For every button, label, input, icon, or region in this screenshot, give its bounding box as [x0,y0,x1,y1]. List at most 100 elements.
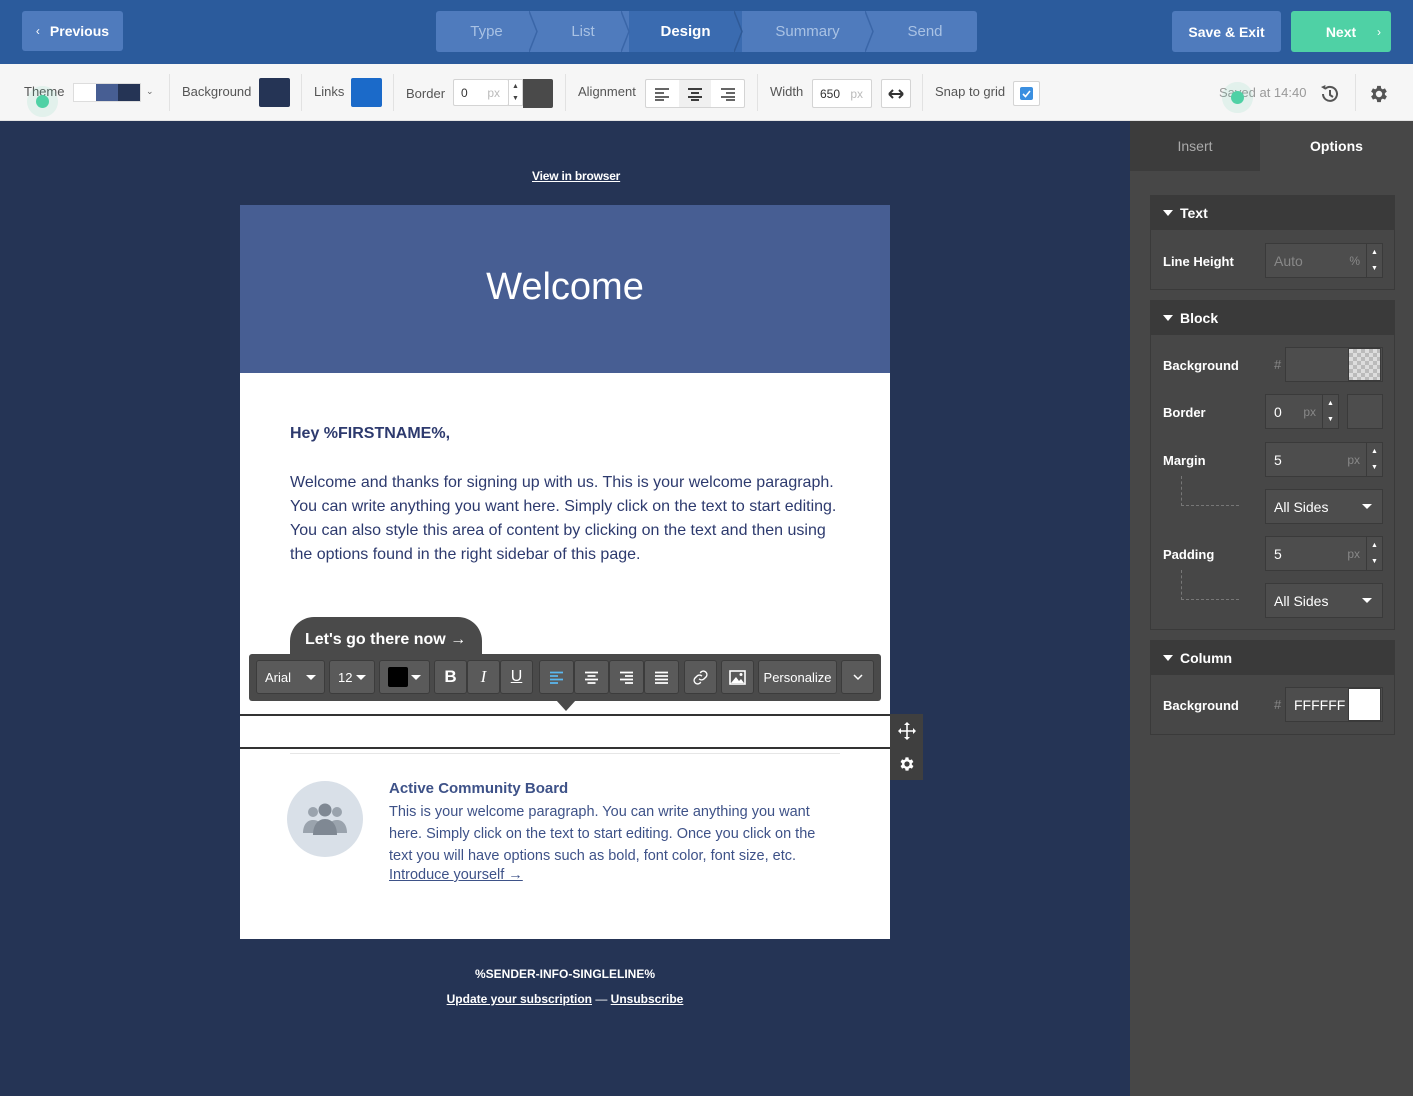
column-section: Column Background # FFFFFF [1150,640,1395,735]
margin-stepper[interactable]: ▲ ▼ [1366,443,1382,476]
sidebar-tabs: Insert Options [1130,121,1413,171]
margin-input[interactable]: 5 px ▲ ▼ [1265,442,1383,477]
padding-input[interactable]: 5 px ▲ ▼ [1265,536,1383,571]
step-send[interactable]: Send [873,11,977,52]
email-welcome-paragraph[interactable]: Welcome and thanks for signing up with u… [290,471,850,567]
border-width-input[interactable]: 0 px [453,79,509,106]
step-list[interactable]: List [537,11,630,52]
triangle-down-icon [1163,210,1173,216]
insert-image-button[interactable] [721,660,754,694]
padding-stepper[interactable]: ▲ ▼ [1366,537,1382,570]
font-family-select[interactable]: Arial [256,660,325,694]
arrow-down-icon[interactable]: ▼ [1371,558,1378,565]
text-section-header[interactable]: Text [1151,196,1394,230]
caret-down-icon [1362,598,1372,603]
block-border-input[interactable]: 0 px ▲ ▼ [1265,394,1339,429]
arrow-up-icon[interactable]: ▲ [1371,542,1378,549]
save-exit-button[interactable]: Save & Exit [1172,11,1281,52]
block-border-stepper[interactable]: ▲ ▼ [1322,395,1338,428]
text-color-picker[interactable] [379,660,430,694]
history-button[interactable] [1318,82,1342,106]
insert-link-button[interactable] [684,660,717,694]
tab-options[interactable]: Options [1260,121,1413,171]
sender-info[interactable]: %SENDER-INFO-SINGLELINE% [240,967,890,981]
step-label: Send [907,23,943,40]
width-input[interactable]: 650 px [812,79,872,108]
email-greeting[interactable]: Hey %FIRSTNAME%, [290,425,450,443]
alignment-label: Alignment [578,84,636,99]
bold-button[interactable]: B [434,660,467,694]
move-block-button[interactable] [890,714,923,747]
block-section: Block Background # Border 0 px ▲ ▼ Margin… [1150,300,1395,630]
community-card-text[interactable]: This is your welcome paragraph. You can … [389,801,839,867]
tab-insert[interactable]: Insert [1130,121,1260,171]
font-size-select[interactable]: 12 [329,660,375,694]
border-stepper[interactable]: ▲ ▼ [508,79,523,106]
previous-button[interactable]: ‹ Previous [22,11,123,51]
column-color-swatch[interactable] [1348,688,1381,721]
arrow-down-icon[interactable]: ▼ [1371,464,1378,471]
background-color-picker[interactable] [259,78,290,107]
section-title: Column [1180,650,1233,666]
align-left-button[interactable] [646,80,679,107]
full-width-toggle[interactable] [881,79,911,108]
italic-button[interactable]: I [467,660,500,694]
arrow-up-icon[interactable]: ▲ [512,83,519,90]
chevron-down-icon[interactable]: ⌄ [146,86,154,97]
column-section-header[interactable]: Column [1151,641,1394,675]
align-center-icon [688,87,702,101]
underline-icon: U [510,668,523,685]
step-design[interactable]: Design [629,11,743,52]
unsubscribe-link[interactable]: Unsubscribe [611,992,684,1006]
links-color-picker[interactable] [351,78,382,107]
padding-sides-select[interactable]: All Sides [1265,583,1383,618]
arrow-up-icon[interactable]: ▲ [1371,448,1378,455]
underline-button[interactable]: U [500,660,533,694]
border-width-value: 0 [461,85,468,100]
update-subscription-link[interactable]: Update your subscription [447,992,592,1006]
theme-picker[interactable] [73,83,141,102]
block-section-header[interactable]: Block [1151,301,1394,335]
introduce-yourself-link[interactable]: Introduce yourself → [389,867,523,883]
community-avatar [287,781,363,857]
margin-bracket [1181,476,1239,506]
align-right-icon [720,87,735,101]
step-label: Type [470,23,503,40]
align-right-button[interactable] [609,660,644,694]
block-border-color-picker[interactable] [1347,394,1383,429]
step-type[interactable]: Type [436,11,538,52]
arrow-down-icon[interactable]: ▼ [1371,265,1378,272]
align-center-button[interactable] [678,80,712,107]
arrow-up-icon[interactable]: ▲ [1327,400,1334,407]
settings-button[interactable] [1367,82,1391,106]
next-button[interactable]: Next › [1291,11,1391,52]
justify-button[interactable] [644,660,679,694]
community-card-title[interactable]: Active Community Board [389,780,568,797]
selected-text-block[interactable] [240,714,892,749]
margin-sides-select[interactable]: All Sides [1265,489,1383,524]
gear-icon [1371,85,1387,103]
arrow-down-icon[interactable]: ▼ [1327,416,1334,423]
border-label: Border [406,86,446,101]
align-left-button[interactable] [539,660,574,694]
transparent-color-swatch[interactable] [1348,348,1381,381]
align-center-button[interactable] [574,660,609,694]
view-in-browser-link[interactable]: View in browser [532,169,620,183]
align-right-button[interactable] [711,80,744,107]
padding-label: Padding [1163,547,1215,562]
block-settings-button[interactable] [890,747,923,780]
arrow-up-icon[interactable]: ▲ [1371,249,1378,256]
step-summary[interactable]: Summary [742,11,874,52]
personalize-button[interactable]: Personalize [758,660,837,694]
line-height-unit: % [1349,253,1360,268]
gear-icon [900,756,913,771]
line-height-stepper[interactable]: ▲ ▼ [1366,244,1382,277]
arrow-down-icon[interactable]: ▼ [512,95,519,102]
more-options-button[interactable] [841,660,874,694]
email-header-title[interactable]: Welcome [240,266,890,309]
border-color-picker[interactable] [523,79,553,108]
width-unit: px [850,86,863,101]
snap-to-grid-checkbox[interactable] [1013,81,1040,106]
hotspot-indicator [1231,91,1244,104]
line-height-input[interactable]: Auto % ▲ ▼ [1265,243,1383,278]
